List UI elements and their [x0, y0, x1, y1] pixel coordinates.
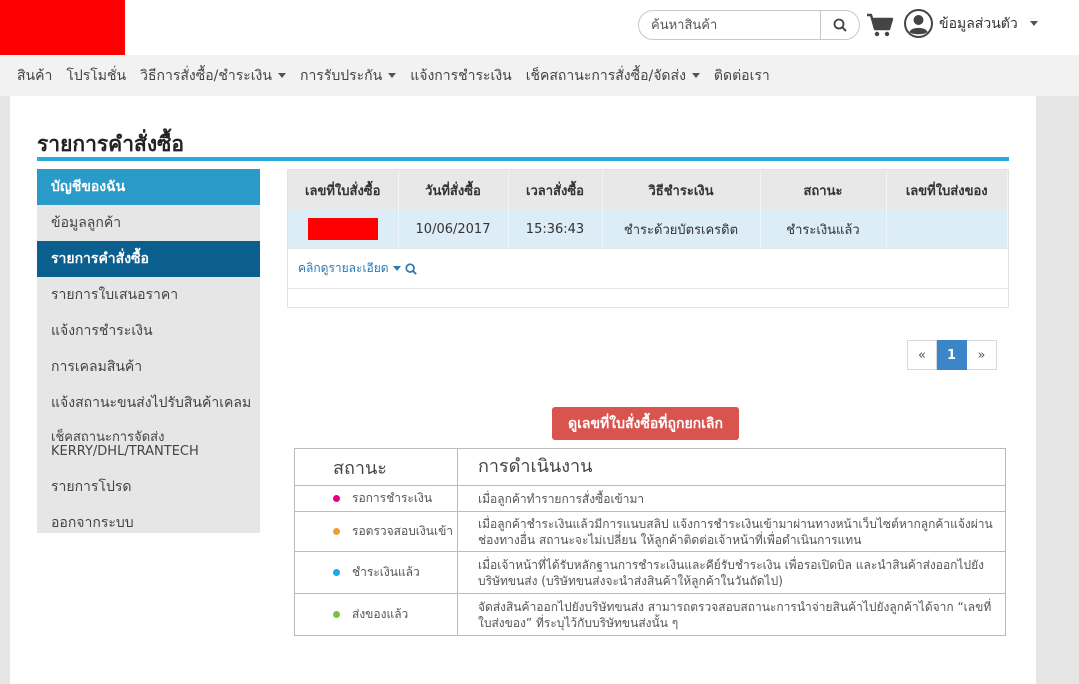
search-icon — [833, 18, 847, 32]
legend-status: ชำระเงินแล้ว — [352, 565, 420, 579]
nav-label: โปรโมชั่น — [66, 67, 127, 84]
legend-desc: เมื่อเจ้าหน้าที่ได้รับหลักฐานการชำระเงิน… — [478, 557, 984, 588]
col-order-time: เวลาสั่งซื้อ — [508, 170, 603, 210]
search-icon — [405, 262, 417, 275]
nav-label: วิธีการสั่งซื้อ/ชำระเงิน — [140, 67, 272, 84]
search-box — [638, 10, 860, 40]
legend-status: ส่งของแล้ว — [352, 607, 409, 621]
legend-row: รอตรวจสอบเงินเข้า เมื่อลูกค้าชำระเงินแล้… — [295, 511, 1005, 551]
account-menu[interactable]: ข้อมูลส่วนตัว — [904, 9, 1038, 38]
table-row[interactable]: 10/06/2017 15:36:43 ชำระด้วยบัตรเครดิต ช… — [288, 210, 1008, 248]
view-cancelled-orders-button[interactable]: ดูเลขที่ใบสั่งซื้อที่ถูกยกเลิก — [552, 407, 739, 440]
sidebar-item-quotations[interactable]: รายการใบเสนอราคา — [37, 277, 260, 313]
legend-status-cell: ชำระเงินแล้ว — [295, 552, 458, 593]
legend-status-cell: รอการชำระเงิน — [295, 486, 458, 511]
sidebar-item-claims[interactable]: การเคลมสินค้า — [37, 349, 260, 385]
nav-item-contact[interactable]: ติดต่อเรา — [714, 65, 770, 87]
col-status: สถานะ — [760, 170, 887, 210]
nav-label: การรับประกัน — [299, 67, 383, 84]
title-divider — [37, 157, 1009, 161]
pagination: « 1 » — [907, 340, 997, 370]
legend-status-cell: รอตรวจสอบเงินเข้า — [295, 512, 458, 551]
cart-button[interactable] — [866, 12, 896, 40]
orders-table: เลขที่ใบสั่งซื้อ วันที่สั่งซื้อ เวลาสั่ง… — [287, 169, 1009, 308]
col-delivery-no: เลขที่ใบส่งของ — [886, 170, 1008, 210]
legend-desc: เมื่อลูกค้าทำรายการสั่งซื้อเข้ามา — [478, 491, 645, 506]
chevron-down-icon — [1029, 21, 1038, 26]
legend-row: ส่งของแล้ว จัดส่งสินค้าออกไปยังบริษัทขนส… — [295, 593, 1005, 635]
legend-row: รอการชำระเงิน เมื่อลูกค้าทำรายการสั่งซื้… — [295, 485, 1005, 511]
nav-label: เช็คสถานะการสั่งซื้อ/จัดส่ง — [525, 67, 686, 84]
nav-item-order-status[interactable]: เช็คสถานะการสั่งซื้อ/จัดส่ง — [526, 65, 700, 87]
legend-desc: เมื่อลูกค้าชำระเงินแล้วมีการแนบสลิป แจ้ง… — [478, 516, 993, 547]
sidebar-heading: บัญชีของฉัน — [37, 169, 260, 205]
status-legend: สถานะ การดำเนินงาน รอการชำระเงิน เมื่อลู… — [294, 448, 1006, 636]
status-dot-icon — [333, 495, 340, 502]
legend-status: รอตรวจสอบเงินเข้า — [352, 524, 454, 538]
sidebar-item-orders[interactable]: รายการคำสั่งซื้อ — [37, 241, 260, 277]
status-cell: ชำระเงินแล้ว — [760, 210, 887, 248]
nav-label: ติดต่อเรา — [713, 67, 770, 84]
nav-item-promotions[interactable]: โปรโมชั่น — [66, 65, 126, 87]
table-spacer-row — [288, 288, 1008, 307]
sidebar-item-claim-shipping[interactable]: แจ้งสถานะขนส่งไปรับสินค้าเคลม — [37, 385, 260, 421]
cart-icon — [867, 13, 894, 37]
search-button[interactable] — [820, 11, 859, 39]
chevron-down-icon — [392, 266, 401, 271]
legend-desc: จัดส่งสินค้าออกไปยังบริษัทขนส่ง สามารถตร… — [478, 599, 992, 630]
sidebar-item-logout[interactable]: ออกจากระบบ — [37, 505, 260, 541]
logo[interactable] — [0, 0, 125, 55]
status-dot-icon — [333, 528, 340, 535]
status-dot-icon — [333, 611, 340, 618]
chevron-down-icon — [388, 73, 397, 78]
order-date-cell: 10/06/2017 — [398, 210, 509, 248]
sidebar-item-track-shipment[interactable]: เช็คสถานะการจัดส่ง KERRY/DHL/TRANTECH — [37, 421, 260, 469]
nav-item-warranty[interactable]: การรับประกัน — [299, 65, 397, 87]
legend-row: ชำระเงินแล้ว เมื่อเจ้าหน้าที่ได้รับหลักฐ… — [295, 551, 1005, 593]
table-header-row: เลขที่ใบสั่งซื้อ วันที่สั่งซื้อ เวลาสั่ง… — [288, 170, 1008, 210]
page-frame-left — [0, 96, 10, 684]
nav-item-payment-notify[interactable]: แจ้งการชำระเงิน — [410, 65, 512, 87]
main-nav: สินค้า โปรโมชั่น วิธีการสั่งซื้อ/ชำระเงิ… — [0, 55, 1079, 96]
legend-header-status: สถานะ — [295, 449, 458, 485]
pagination-page-1[interactable]: 1 — [937, 340, 967, 370]
chevron-down-icon — [277, 73, 286, 78]
sidebar-item-payment-notify[interactable]: แจ้งการชำระเงิน — [37, 313, 260, 349]
col-payment-method: วิธีชำระเงิน — [602, 170, 761, 210]
nav-item-how-to-order[interactable]: วิธีการสั่งซื้อ/ชำระเงิน — [140, 65, 286, 87]
legend-header-action: การดำเนินงาน — [478, 456, 593, 477]
order-no-cell — [288, 210, 399, 248]
delivery-no-cell — [886, 210, 1008, 248]
pagination-next[interactable]: » — [967, 340, 997, 370]
legend-status: รอการชำระเงิน — [352, 491, 433, 505]
view-details-link[interactable]: คลิกดูรายละเอียด — [288, 248, 1008, 288]
nav-item-products[interactable]: สินค้า — [17, 65, 52, 87]
page-frame-right — [1036, 96, 1079, 684]
chevron-down-icon — [691, 73, 700, 78]
col-order-no: เลขที่ใบสั่งซื้อ — [288, 170, 399, 210]
nav-label: สินค้า — [17, 67, 53, 84]
account-label: ข้อมูลส่วนตัว — [939, 15, 1018, 32]
sidebar-item-customer-info[interactable]: ข้อมูลลูกค้า — [37, 205, 260, 241]
search-input[interactable] — [639, 11, 821, 39]
col-order-date: วันที่สั่งซื้อ — [398, 170, 509, 210]
status-dot-icon — [333, 569, 340, 576]
user-avatar-icon — [904, 9, 933, 38]
order-time-cell: 15:36:43 — [508, 210, 603, 248]
view-details-label: คลิกดูรายละเอียด — [298, 261, 389, 275]
account-sidebar: บัญชีของฉัน ข้อมูลลูกค้า รายการคำสั่งซื้… — [37, 169, 260, 533]
pagination-prev[interactable]: « — [907, 340, 937, 370]
payment-method-cell: ชำระด้วยบัตรเครดิต — [602, 210, 761, 248]
nav-label: แจ้งการชำระเงิน — [410, 67, 512, 84]
sidebar-item-favorites[interactable]: รายการโปรด — [37, 469, 260, 505]
legend-header: สถานะ การดำเนินงาน — [295, 449, 1005, 485]
redacted-order-no — [307, 218, 378, 240]
legend-status-cell: ส่งของแล้ว — [295, 594, 458, 635]
